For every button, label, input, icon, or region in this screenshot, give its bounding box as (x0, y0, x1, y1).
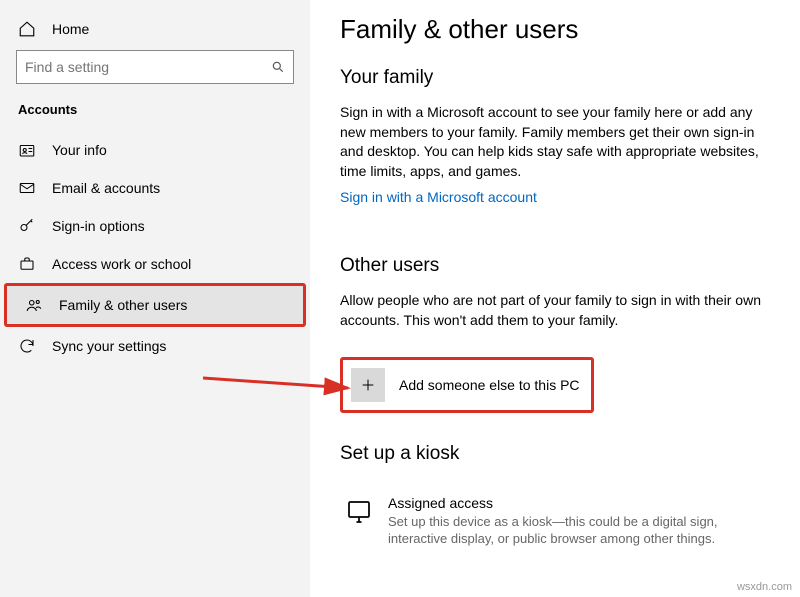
sidebar-item-your-info[interactable]: Your info (0, 131, 310, 169)
family-heading: Your family (340, 67, 776, 89)
other-users-description: Allow people who are not part of your fa… (340, 291, 776, 330)
assigned-access-button[interactable]: Assigned access Set up this device as a … (340, 489, 776, 554)
search-input[interactable] (25, 59, 271, 75)
sidebar-item-signin-options[interactable]: Sign-in options (0, 207, 310, 245)
sidebar-item-label: Sign-in options (52, 218, 145, 234)
other-users-heading: Other users (340, 255, 776, 277)
search-icon (271, 60, 285, 74)
sidebar-item-access-work-school[interactable]: Access work or school (0, 245, 310, 283)
main-content: Family & other users Your family Sign in… (310, 0, 800, 597)
plus-icon (351, 368, 385, 402)
people-icon (25, 296, 43, 314)
kiosk-description: Set up this device as a kiosk—this could… (388, 513, 772, 548)
add-someone-button[interactable]: Add someone else to this PC (340, 357, 594, 413)
kiosk-text: Assigned access Set up this device as a … (388, 495, 772, 548)
sidebar-item-sync-settings[interactable]: Sync your settings (0, 327, 310, 365)
sidebar-item-label: Your info (52, 142, 107, 158)
search-wrap (16, 50, 294, 84)
family-description: Sign in with a Microsoft account to see … (340, 103, 776, 181)
watermark: wsxdn.com (737, 581, 792, 593)
page-title: Family & other users (340, 14, 776, 45)
home-icon (18, 20, 36, 38)
kiosk-heading: Set up a kiosk (340, 443, 776, 465)
home-nav[interactable]: Home (0, 12, 310, 50)
add-someone-label: Add someone else to this PC (399, 377, 580, 393)
briefcase-icon (18, 255, 36, 273)
sidebar-section-title: Accounts (0, 102, 310, 131)
sidebar-item-label: Access work or school (52, 256, 191, 272)
person-badge-icon (18, 141, 36, 159)
mail-icon (18, 179, 36, 197)
sidebar-item-label: Email & accounts (52, 180, 160, 196)
kiosk-icon (344, 497, 374, 527)
sidebar-item-label: Family & other users (59, 297, 187, 313)
home-label: Home (52, 21, 89, 37)
settings-sidebar: Home Accounts Your info Email & accounts… (0, 0, 310, 597)
kiosk-title: Assigned access (388, 495, 772, 511)
search-box[interactable] (16, 50, 294, 84)
key-icon (18, 217, 36, 235)
sidebar-item-label: Sync your settings (52, 338, 166, 354)
sidebar-item-family-other-users[interactable]: Family & other users (4, 283, 306, 327)
signin-ms-account-link[interactable]: Sign in with a Microsoft account (340, 189, 537, 205)
sidebar-item-email-accounts[interactable]: Email & accounts (0, 169, 310, 207)
sync-icon (18, 337, 36, 355)
